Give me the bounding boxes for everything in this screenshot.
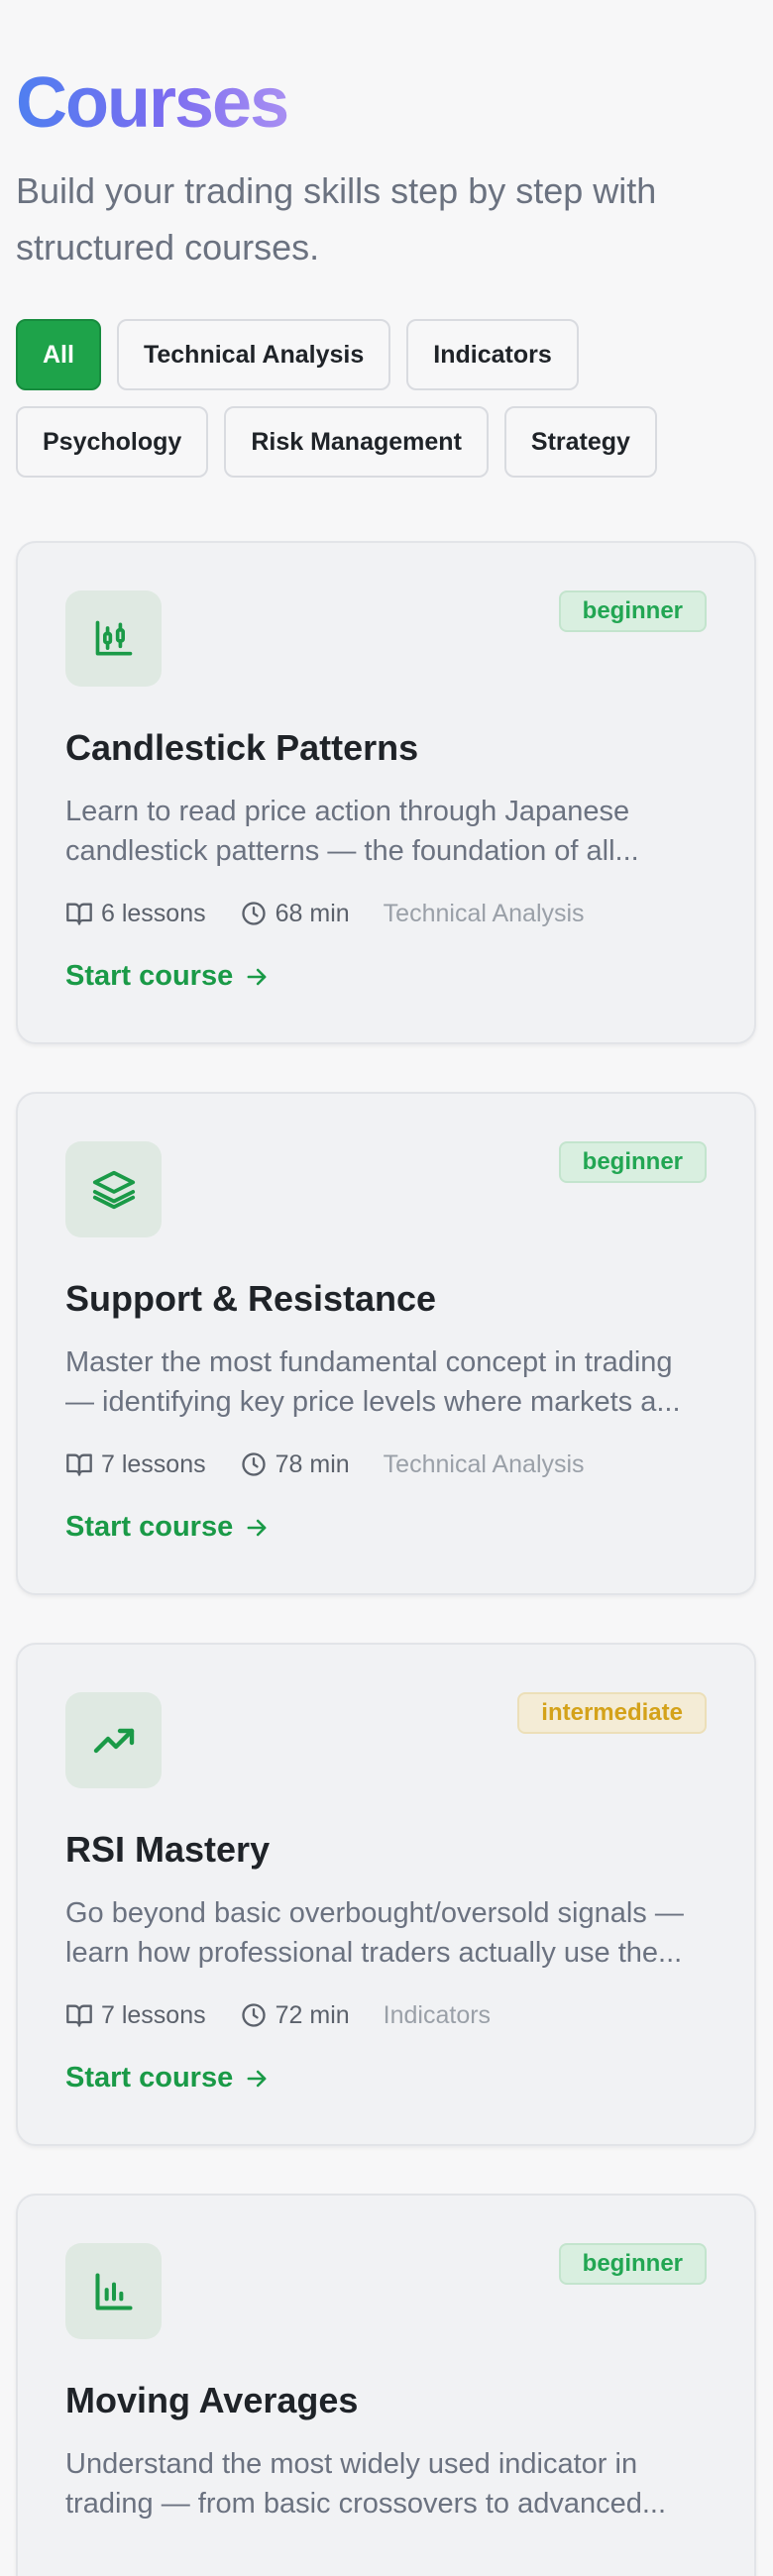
start-course-link[interactable]: Start course [65,1511,271,1544]
courses-page: Courses Build your trading skills step b… [0,0,773,2576]
trending-up-icon [93,1728,134,1753]
filter-all[interactable]: All [16,319,101,390]
filter-psychology[interactable]: Psychology [16,406,209,478]
lessons-label: 7 lessons [101,2000,206,2029]
course-description: Understand the most widely used indicato… [65,2448,667,2520]
course-title: Candlestick Patterns [65,727,419,768]
lessons-count: 7 lessons [65,2001,206,2030]
filter-technical-analysis[interactable]: Technical Analysis [116,319,391,390]
course-title: RSI Mastery [65,1829,271,1870]
start-course-label: Start course [65,2062,234,2093]
level-badge: intermediate [517,1692,707,1734]
page-subtitle: Build your trading skills step by step w… [16,170,657,268]
arrow-right-icon [247,1519,267,1536]
book-icon [66,2004,92,2027]
book-icon [66,903,92,925]
start-course-label: Start course [65,1511,234,1543]
course-card-support-resistance[interactable]: beginner Support & Resistance Master the… [16,1092,756,1595]
lessons-label: 7 lessons [101,1449,206,1478]
filter-strategy[interactable]: Strategy [503,406,657,478]
course-description: Go beyond basic overbought/oversold sign… [65,1897,684,1969]
clock-icon [241,902,266,925]
duration-label: 72 min [275,2000,350,2029]
level-badge: beginner [558,1141,707,1183]
arrow-right-icon [247,968,267,985]
duration-label: 78 min [275,1449,350,1478]
filter-risk-management[interactable]: Risk Management [224,406,489,478]
candlestick-icon [95,620,132,655]
course-title: Support & Resistance [65,1278,437,1319]
course-icon-box [65,1141,162,1237]
start-course-link[interactable]: Start course [65,960,271,993]
course-duration: 78 min [240,1450,350,1479]
course-icon-box [65,590,162,687]
clock-icon [241,2003,266,2027]
course-category: Technical Analysis [383,1449,585,1478]
course-card-rsi-mastery[interactable]: intermediate RSI Mastery Go beyond basic… [16,1643,756,2146]
course-duration: 68 min [240,900,350,928]
course-category: Indicators [383,2000,492,2029]
course-meta: 6 lessons 68 min Technical Analysis [65,897,707,930]
layers-icon [92,1170,135,1209]
start-course-link[interactable]: Start course [65,2062,271,2094]
course-category: Technical Analysis [383,899,585,927]
filter-indicators[interactable]: Indicators [406,319,579,390]
category-filters: All Technical Analysis Indicators Psycho… [16,319,757,478]
bar-chart-icon [94,2272,133,2310]
page-title: Courses [16,63,289,143]
book-icon [66,1453,92,1476]
arrow-right-icon [247,2070,267,2087]
course-description: Master the most fundamental concept in t… [65,1346,681,1418]
course-icon-box [65,2243,162,2339]
level-badge: beginner [558,2243,707,2285]
lessons-count: 6 lessons [65,900,206,928]
level-badge: beginner [558,590,707,632]
course-title: Moving Averages [65,2380,359,2420]
course-meta: 7 lessons 78 min Technical Analysis [65,1448,707,1481]
course-icon-box [65,1692,162,1788]
lessons-label: 6 lessons [101,899,206,927]
start-course-label: Start course [65,960,234,992]
lessons-count: 7 lessons [65,1450,206,1479]
course-meta: 7 lessons 72 min Indicators [65,1998,707,2032]
course-duration: 72 min [240,2001,350,2030]
course-card-moving-averages[interactable]: beginner Moving Averages Understand the … [16,2194,756,2576]
course-description: Learn to read price action through Japan… [65,796,639,867]
course-card-candlestick-patterns[interactable]: beginner Candlestick Patterns Learn to r… [16,541,756,1044]
duration-label: 68 min [275,899,350,927]
clock-icon [241,1452,266,1476]
